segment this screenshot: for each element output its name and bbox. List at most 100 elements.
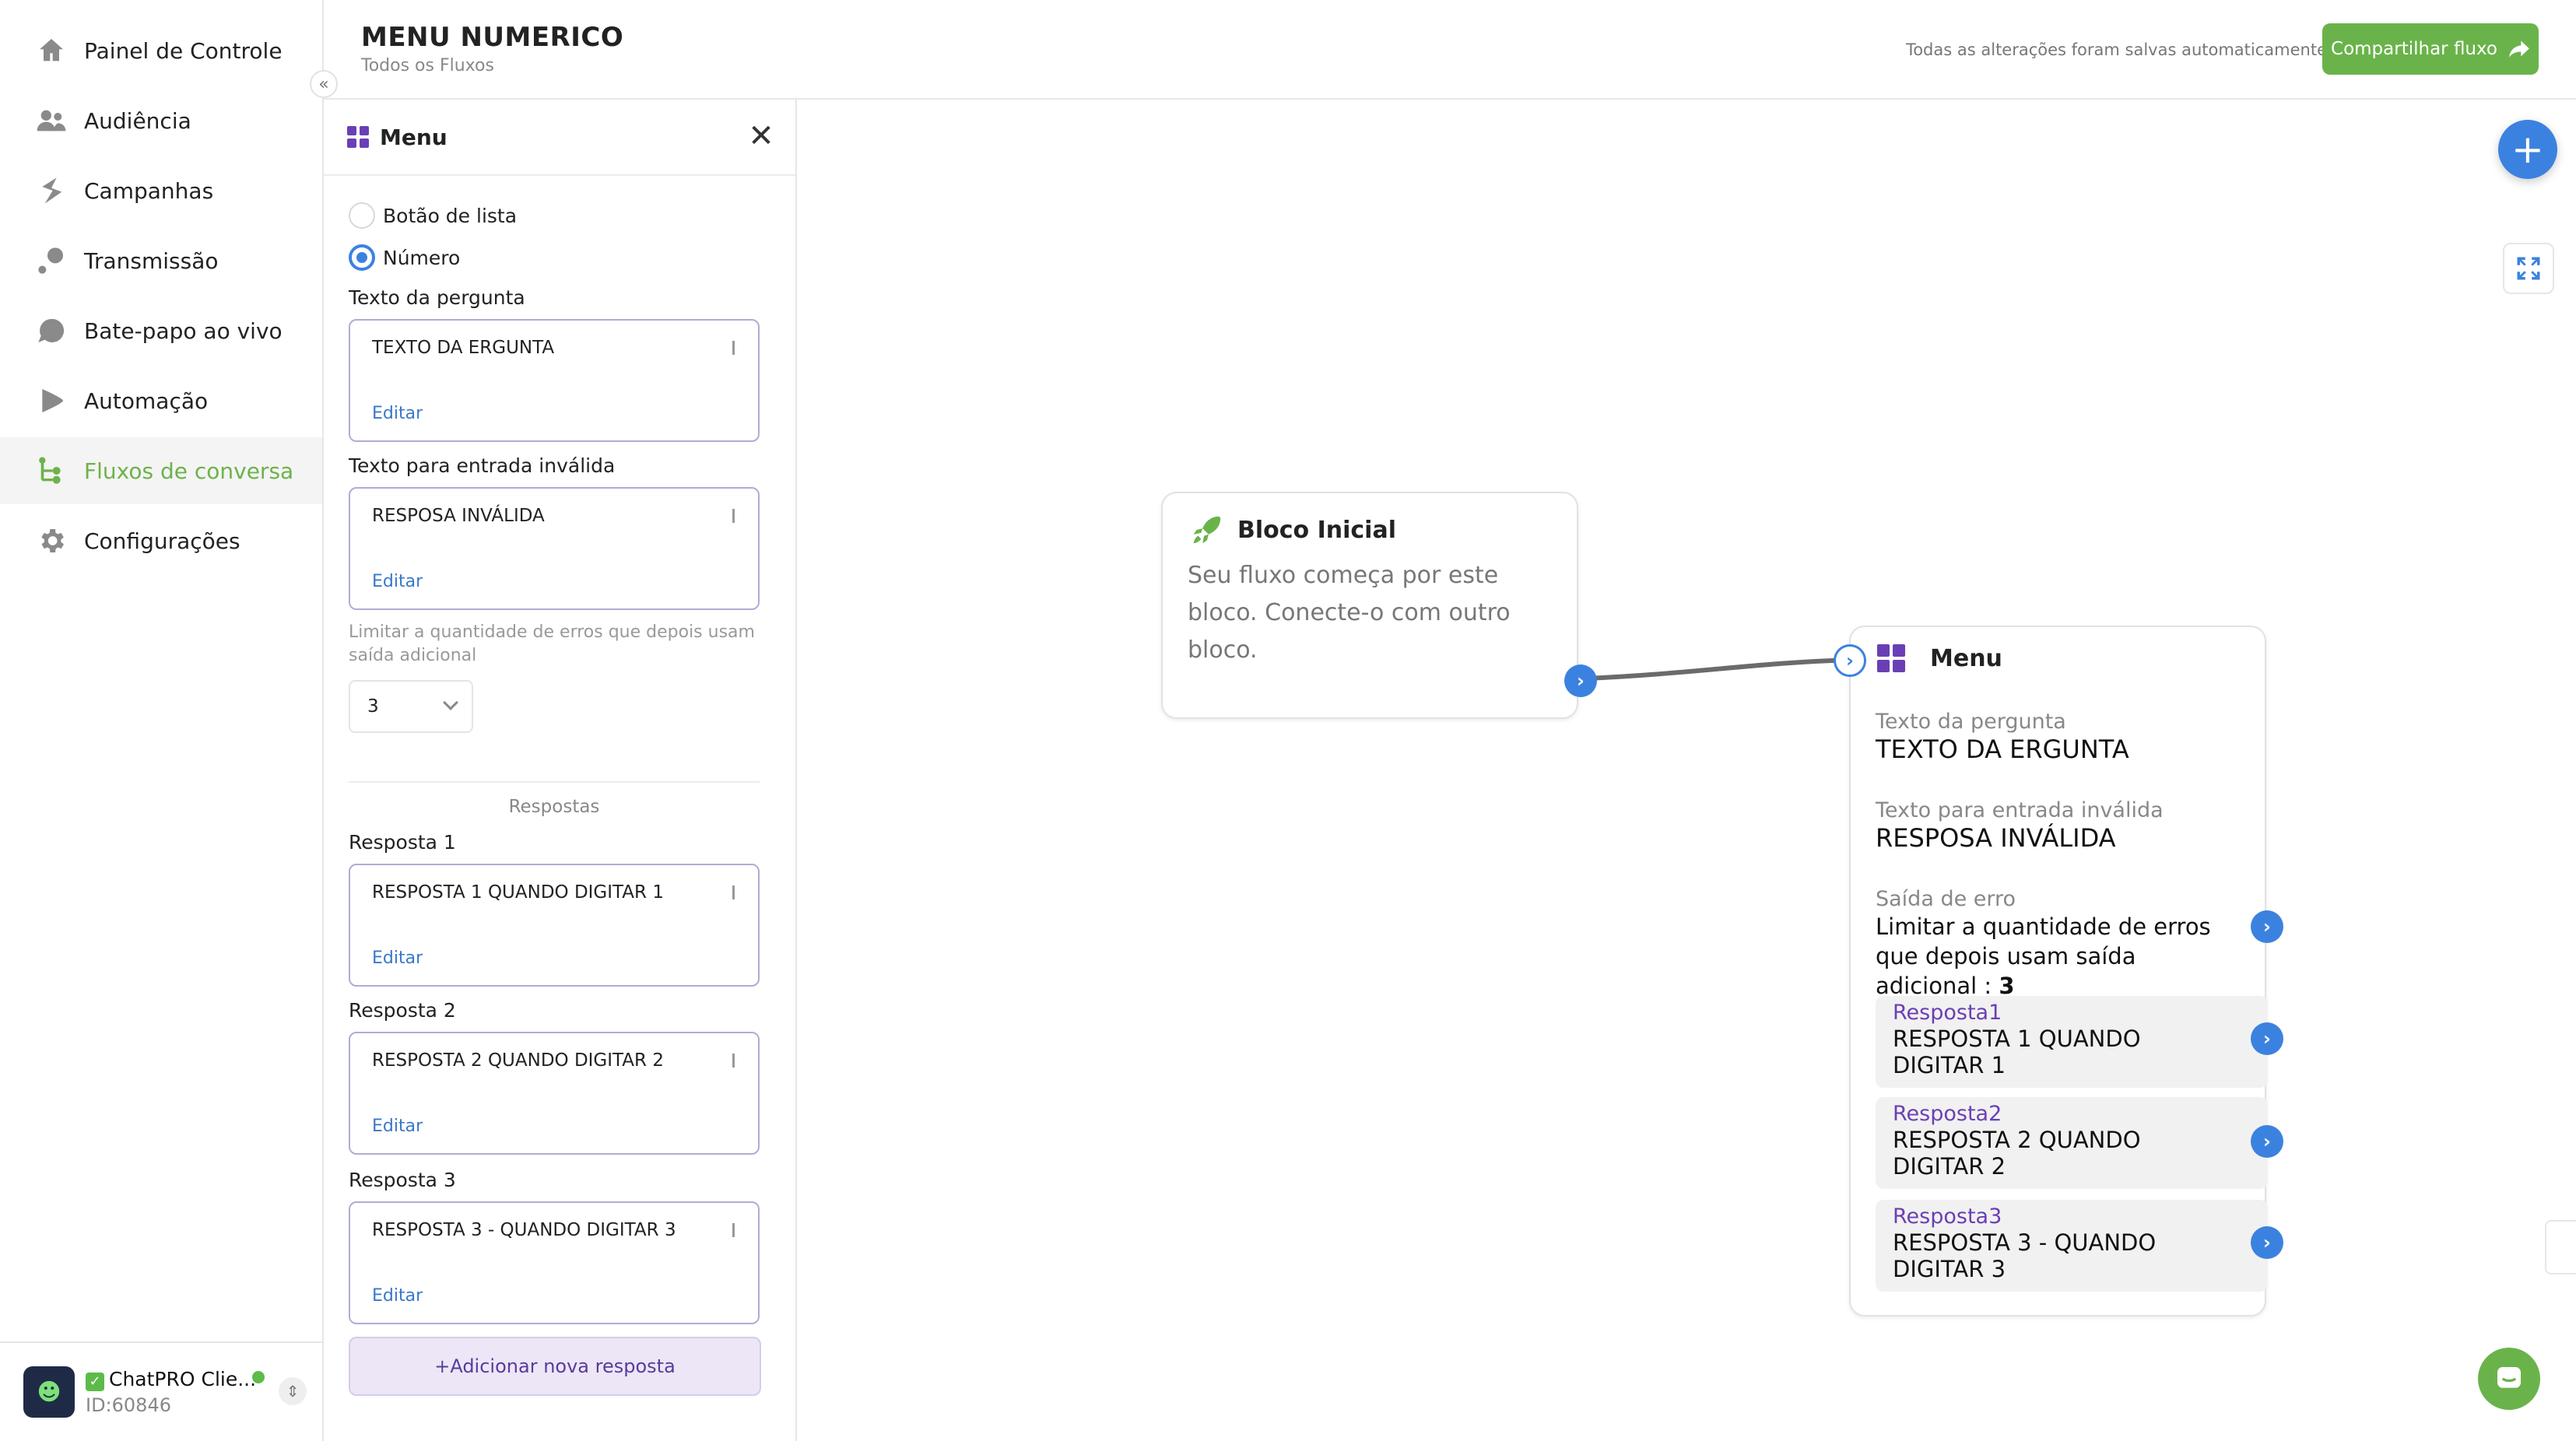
- text-cursor-icon: [732, 509, 735, 523]
- account-name: ChatPRO Clie...: [109, 1368, 257, 1390]
- sidebar: Painel de Controle Audiência Campanhas T…: [0, 0, 324, 1441]
- gear-icon: [34, 524, 68, 558]
- sidebar-item-flows[interactable]: Fluxos de conversa: [0, 437, 322, 504]
- fullscreen-button[interactable]: [2503, 243, 2554, 294]
- connection-line: [1585, 657, 1851, 681]
- campaign-icon: [34, 174, 68, 208]
- invalid-input-label: Texto para entrada inválida: [1876, 798, 2164, 822]
- home-icon: [34, 33, 68, 68]
- breadcrumb[interactable]: Todos os Fluxos: [361, 56, 494, 75]
- answer-2-textbox[interactable]: RESPOSTA 2 QUANDO DIGITAR 2 Editar: [349, 1032, 760, 1155]
- answer-1-port[interactable]: ›: [2251, 1022, 2283, 1055]
- verified-check-icon: ✓: [86, 1373, 104, 1391]
- support-chat-button[interactable]: [2478, 1348, 2540, 1410]
- question-value: TEXTO DA ERGUNTA: [1876, 735, 2129, 764]
- sidebar-item-broadcast[interactable]: Transmissão: [0, 227, 322, 294]
- sidebar-item-label: Fluxos de conversa: [84, 458, 294, 484]
- menu-block[interactable]: › Menu Texto da pergunta TEXTO DA ERGUNT…: [1834, 626, 2283, 1317]
- block-properties-panel: Menu ✕ Botão de lista Número Texto da pe…: [324, 100, 797, 1441]
- edit-link[interactable]: Editar: [372, 1286, 423, 1306]
- answer-3-label: Resposta 3: [349, 1169, 456, 1191]
- panel-title: Menu: [380, 124, 447, 150]
- automation-icon: [34, 384, 68, 418]
- users-icon: [34, 103, 68, 138]
- sidebar-item-label: Campanhas: [84, 177, 214, 204]
- account-switcher[interactable]: ☻ ✓ ChatPRO Clie... ID:60846 ⇕: [0, 1341, 322, 1441]
- sidebar-item-label: Audiência: [84, 107, 191, 134]
- input-port[interactable]: ›: [1834, 644, 1866, 677]
- sidebar-item-label: Configurações: [84, 528, 240, 554]
- text-cursor-icon: [732, 341, 735, 355]
- flow-icon: [34, 454, 68, 488]
- invalid-input-value: RESPOSA INVÁLIDA: [1876, 823, 2116, 853]
- error-limit-hint: Limitar a quantidade de erros que depois…: [349, 622, 755, 665]
- radio-checked[interactable]: [349, 244, 375, 271]
- error-output-value: 3: [1999, 973, 2015, 999]
- start-block[interactable]: Bloco Inicial Seu fluxo começa por este …: [1161, 492, 1597, 719]
- question-label: Texto da pergunta: [349, 286, 525, 309]
- output-port[interactable]: ›: [1564, 664, 1597, 697]
- answer-2-port[interactable]: ›: [2251, 1125, 2283, 1158]
- share-flow-button[interactable]: Compartilhar fluxo: [2322, 23, 2539, 75]
- sidebar-item-dashboard[interactable]: Painel de Controle: [0, 17, 322, 84]
- expand-icon: [2517, 257, 2540, 280]
- sidebar-item-settings[interactable]: Configurações: [0, 507, 322, 574]
- answer-1-label: Resposta 1: [349, 831, 456, 854]
- collapse-sidebar-button[interactable]: «: [310, 70, 338, 98]
- option-list-button[interactable]: Botão de lista: [349, 202, 517, 229]
- sidebar-item-automation[interactable]: Automação: [0, 367, 322, 434]
- add-block-button[interactable]: +: [2498, 120, 2557, 179]
- answer-1-textbox[interactable]: RESPOSTA 1 QUANDO DIGITAR 1 Editar: [349, 864, 760, 987]
- menu-grid-icon: [1877, 644, 1905, 672]
- sidebar-item-label: Painel de Controle: [84, 37, 283, 64]
- answers-section-title: Respostas: [508, 797, 600, 817]
- menu-grid-icon: [347, 126, 369, 148]
- sidebar-item-label: Transmissão: [84, 247, 219, 274]
- radio-unchecked[interactable]: [349, 202, 375, 229]
- sidebar-item-campaigns[interactable]: Campanhas: [0, 157, 322, 224]
- chat-bubble-icon: [2497, 1367, 2521, 1388]
- text-cursor-icon: [732, 1223, 735, 1237]
- divider: [349, 781, 760, 783]
- answer-3-textbox[interactable]: RESPOSTA 3 - QUANDO DIGITAR 3 Editar: [349, 1201, 760, 1324]
- panel-header: Menu ✕: [324, 100, 795, 176]
- error-limit-select[interactable]: 3: [349, 680, 473, 733]
- error-output-text: Limitar a quantidade de erros que depois…: [1876, 913, 2211, 999]
- chevron-down-icon: [443, 695, 458, 710]
- invalid-input-label: Texto para entrada inválida: [349, 454, 616, 477]
- chat-icon: [34, 314, 68, 348]
- side-drawer-tab[interactable]: [2545, 1220, 2576, 1274]
- edit-link[interactable]: Editar: [372, 572, 423, 591]
- add-answer-button[interactable]: +Adicionar nova resposta: [349, 1337, 761, 1396]
- avatar: ☻: [23, 1366, 75, 1418]
- share-icon: [2509, 40, 2529, 58]
- sidebar-item-audience[interactable]: Audiência: [0, 87, 322, 154]
- account-id: ID:60846: [86, 1394, 171, 1416]
- answer-3-port[interactable]: ›: [2251, 1226, 2283, 1259]
- answer-3-output: Resposta3 RESPOSTA 3 - QUANDO DIGITAR 3: [1876, 1200, 2268, 1292]
- sidebar-nav: Painel de Controle Audiência Campanhas T…: [0, 17, 322, 577]
- online-status-icon: [252, 1371, 265, 1383]
- answer-2-output: Resposta2 RESPOSTA 2 QUANDO DIGITAR 2: [1876, 1097, 2268, 1189]
- close-icon[interactable]: ✕: [747, 121, 775, 152]
- edit-link[interactable]: Editar: [372, 1117, 423, 1136]
- edit-link[interactable]: Editar: [372, 948, 423, 968]
- sidebar-item-label: Bate-papo ao vivo: [84, 317, 283, 344]
- account-info: ✓ ChatPRO Clie... ID:60846: [86, 1368, 265, 1416]
- question-label: Texto da pergunta: [1876, 710, 2066, 734]
- menu-block-title: Menu: [1930, 644, 2002, 672]
- start-block-title: Bloco Inicial: [1237, 516, 1396, 544]
- sidebar-item-live-chat[interactable]: Bate-papo ao vivo: [0, 297, 322, 364]
- error-output-port[interactable]: ›: [2251, 910, 2283, 943]
- invalid-input-textbox[interactable]: RESPOSA INVÁLIDA Editar: [349, 487, 760, 610]
- question-textbox[interactable]: TEXTO DA ERGUNTA Editar: [349, 319, 760, 442]
- chevron-up-down-icon[interactable]: ⇕: [279, 1377, 307, 1405]
- flow-canvas[interactable]: + Bloco Inicial Seu fluxo começa por est…: [797, 100, 2576, 1441]
- edit-link[interactable]: Editar: [372, 404, 423, 423]
- autosave-status: Todas as alterações foram salvas automat…: [1905, 40, 2327, 59]
- answer-2-label: Resposta 2: [349, 999, 456, 1022]
- rocket-icon: [1193, 516, 1221, 544]
- share-flow-label: Compartilhar fluxo: [2331, 39, 2497, 59]
- option-number[interactable]: Número: [349, 244, 460, 271]
- answer-1-output: Resposta1 RESPOSTA 1 QUANDO DIGITAR 1: [1876, 996, 2268, 1088]
